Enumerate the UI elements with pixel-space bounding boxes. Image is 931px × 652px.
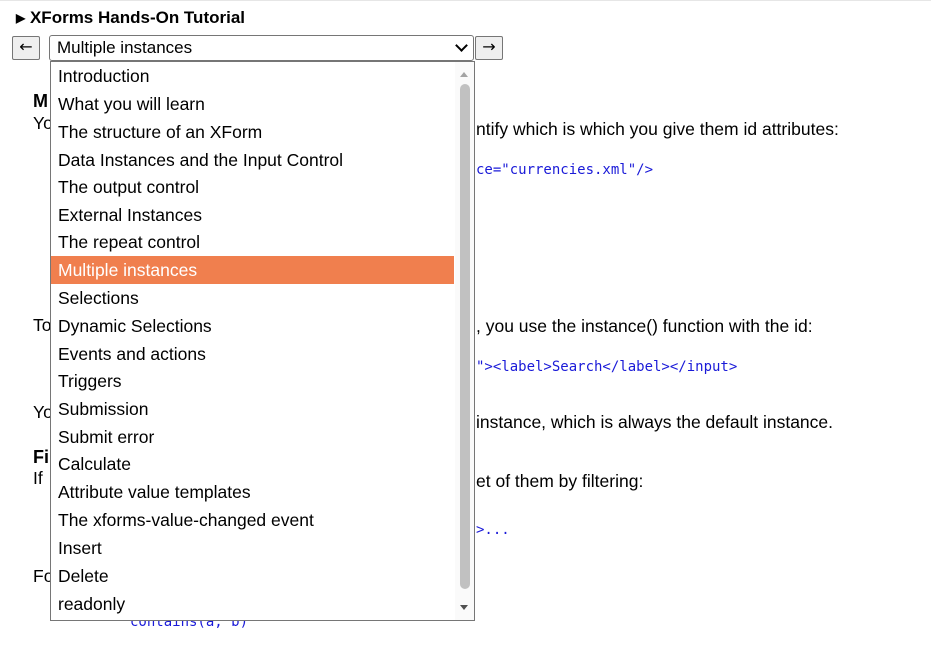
dropdown-option[interactable]: Dynamic Selections bbox=[51, 312, 455, 340]
dropdown-option[interactable]: Introduction bbox=[51, 62, 455, 90]
paragraph-4-text: et of them by filtering: bbox=[476, 471, 644, 491]
code-snippet-2: "><label>Search</label></input> bbox=[476, 359, 738, 375]
tutorial-title-text: XForms Hands-On Tutorial bbox=[29, 8, 246, 27]
dropdown-option[interactable]: Insert bbox=[51, 534, 455, 562]
paragraph-2-text: , you use the instance() function with t… bbox=[476, 316, 813, 336]
dropdown-option[interactable]: Events and actions bbox=[51, 340, 455, 368]
paragraph-1-text: ntify which is which you give them id at… bbox=[476, 119, 839, 139]
section-heading-partial: M bbox=[33, 91, 48, 111]
arrow-right-icon: → bbox=[482, 37, 496, 56]
dropdown-option[interactable]: The structure of an XForm bbox=[51, 118, 455, 146]
dropdown-option[interactable]: What you will learn bbox=[51, 90, 455, 118]
dropdown-option[interactable]: The repeat control bbox=[51, 228, 455, 256]
dropdown-option[interactable]: The xforms-value-changed event bbox=[51, 506, 455, 534]
tutorial-title[interactable]: ▶ XForms Hands-On Tutorial bbox=[16, 8, 245, 28]
dropdown-option[interactable]: Selections bbox=[51, 284, 455, 312]
dropdown-scrollbar[interactable] bbox=[455, 62, 474, 620]
section-dropdown-list[interactable]: Introduction What you will learn The struc… bbox=[50, 61, 475, 621]
scroll-up-icon[interactable] bbox=[460, 72, 468, 77]
section-select[interactable]: Multiple instances bbox=[49, 35, 474, 61]
paragraph-3-text: instance, which is always the default in… bbox=[476, 412, 833, 432]
dropdown-option[interactable]: Multiple instances bbox=[51, 256, 454, 284]
section-select-value: Multiple instances bbox=[57, 38, 193, 57]
dropdown-option[interactable]: Submit error bbox=[51, 423, 455, 451]
code-snippet-1: ce="currencies.xml"/> bbox=[476, 162, 654, 178]
arrow-left-icon: ← bbox=[19, 37, 33, 56]
code-snippet-3: >... bbox=[476, 522, 510, 538]
scroll-down-icon[interactable] bbox=[460, 605, 468, 610]
disclosure-triangle-icon: ▶ bbox=[16, 11, 26, 25]
scrollbar-thumb[interactable] bbox=[460, 84, 470, 589]
dropdown-option[interactable]: Delete bbox=[51, 562, 455, 590]
paragraph-4-prefix: If bbox=[33, 468, 43, 488]
paragraph-2-prefix: To bbox=[33, 315, 52, 335]
dropdown-option[interactable]: Data Instances and the Input Control bbox=[51, 146, 455, 174]
top-divider bbox=[0, 0, 931, 1]
dropdown-option[interactable]: Triggers bbox=[51, 367, 455, 395]
dropdown-option[interactable]: The output control bbox=[51, 173, 455, 201]
dropdown-option[interactable]: Attribute value templates bbox=[51, 478, 455, 506]
subheading-partial: Fi bbox=[33, 447, 49, 467]
previous-button[interactable]: ← bbox=[12, 36, 40, 60]
dropdown-option[interactable]: External Instances bbox=[51, 201, 455, 229]
next-button[interactable]: → bbox=[475, 36, 503, 60]
chevron-down-icon bbox=[455, 39, 468, 52]
dropdown-option[interactable]: Calculate bbox=[51, 450, 455, 478]
dropdown-option[interactable]: Submission bbox=[51, 395, 455, 423]
dropdown-option[interactable]: readonly bbox=[51, 590, 455, 618]
